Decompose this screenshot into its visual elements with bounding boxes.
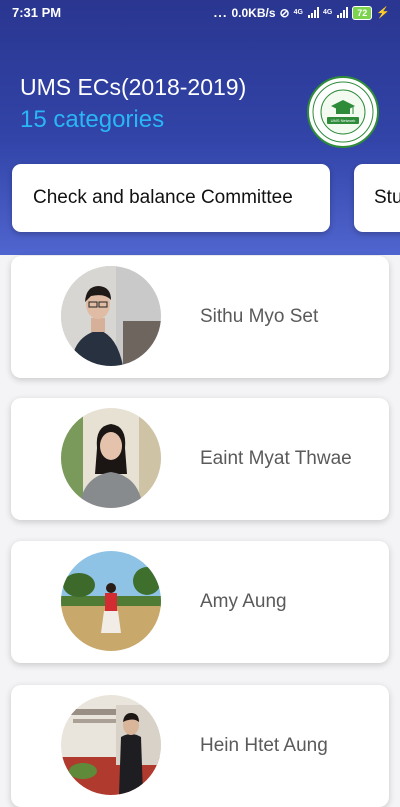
member-name: Hein Htet Aung — [200, 735, 328, 756]
member-card[interactable]: Amy Aung — [11, 541, 389, 663]
member-name: Amy Aung — [200, 591, 287, 612]
network-type-1: 4G — [293, 9, 303, 16]
member-name: Eaint Myat Thwae — [200, 448, 352, 469]
sync-off-icon: ⊘ — [279, 5, 290, 20]
logo-graphic — [312, 81, 374, 143]
status-indicators: ... 0.0KB/s ⊘ 4G 4G 72 ⚡ — [214, 5, 390, 20]
category-chip-label: Check and balance Committee — [33, 187, 293, 208]
signal-icon-2 — [337, 7, 349, 18]
member-photo — [61, 408, 161, 508]
member-card[interactable]: Sithu Myo Set — [11, 256, 389, 378]
member-photo — [61, 695, 161, 795]
notification-dots: ... — [213, 5, 228, 20]
network-speed: 0.0KB/s — [231, 5, 276, 20]
page-title: UMS ECs(2018-2019) — [20, 74, 247, 100]
signal-icon-1 — [307, 7, 319, 18]
category-chip[interactable]: Check and balance Committee — [12, 164, 330, 232]
member-photo — [61, 551, 161, 651]
network-type-2: 4G — [322, 9, 333, 16]
category-chip-label: Stu — [374, 187, 400, 208]
status-bar: 7:31 PM ... 0.0KB/s ⊘ 4G 4G 72 ⚡ — [0, 0, 400, 26]
category-count: 15 categories — [20, 106, 165, 133]
category-chip[interactable]: Stu — [354, 164, 400, 232]
member-photo — [61, 266, 161, 366]
member-card[interactable]: Hein Htet Aung — [11, 685, 389, 807]
status-time: 7:31 PM — [12, 5, 62, 20]
charging-icon: ⚡ — [376, 7, 390, 19]
ums-network-logo[interactable]: UMS Network — [307, 76, 379, 148]
member-name: Sithu Myo Set — [200, 306, 319, 327]
logo-label: UMS Network — [330, 118, 356, 123]
member-card[interactable]: Eaint Myat Thwae — [11, 398, 389, 520]
battery-icon: 72 — [352, 5, 373, 20]
